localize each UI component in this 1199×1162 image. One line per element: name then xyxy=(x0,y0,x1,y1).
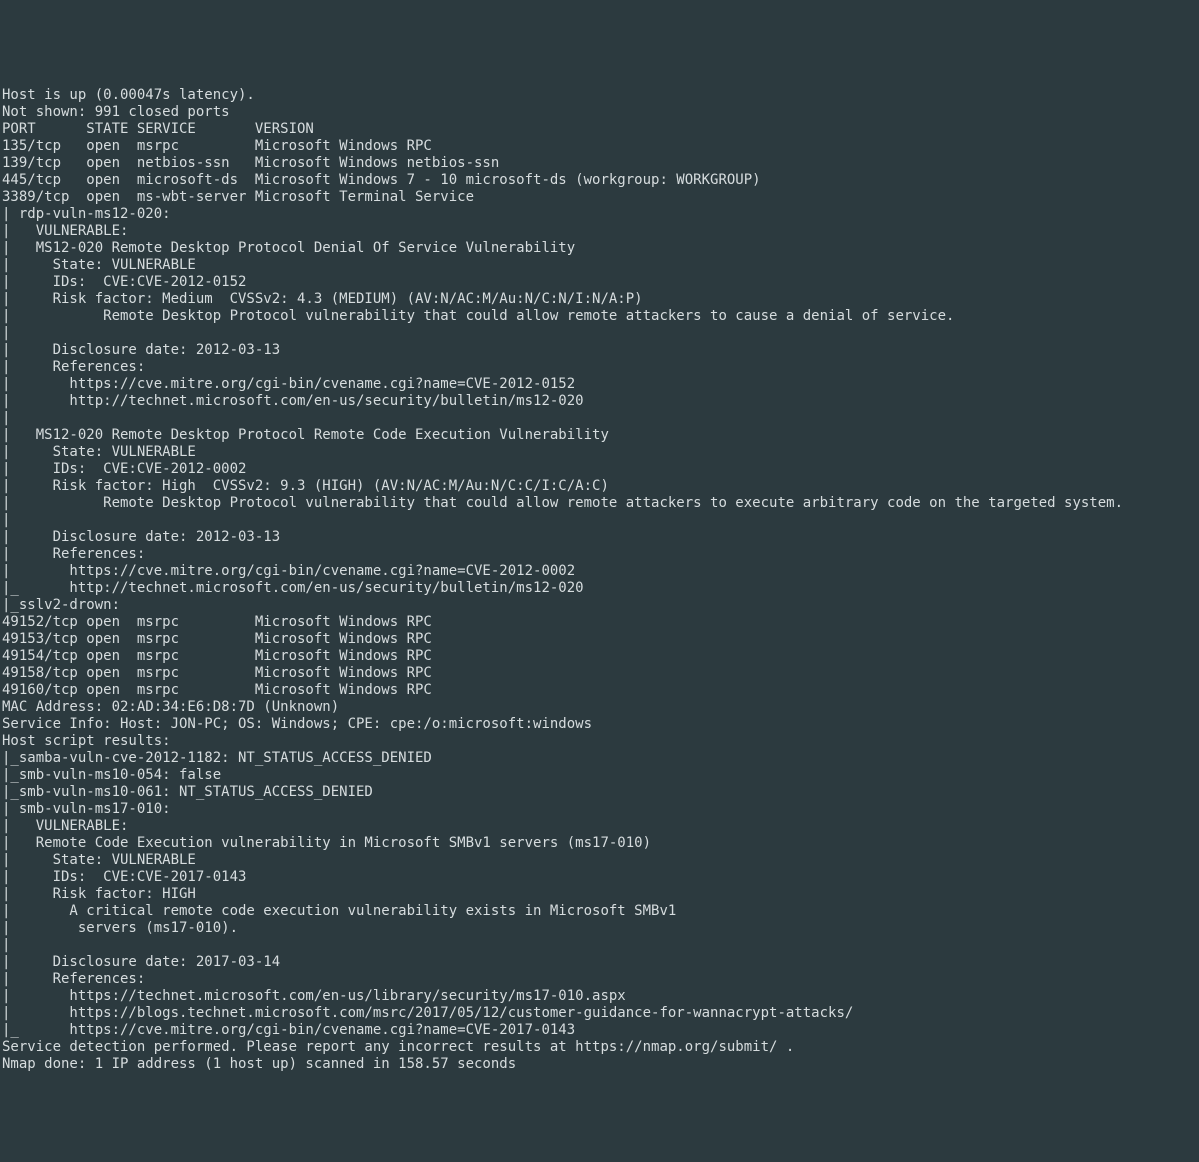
terminal-line: | IDs: CVE:CVE-2012-0152 xyxy=(2,274,1199,291)
terminal-line: 139/tcp open netbios-ssn Microsoft Windo… xyxy=(2,155,1199,172)
terminal-line: Service Info: Host: JON-PC; OS: Windows;… xyxy=(2,716,1199,733)
terminal-line: | MS12-020 Remote Desktop Protocol Remot… xyxy=(2,427,1199,444)
terminal-line: | https://cve.mitre.org/cgi-bin/cvename.… xyxy=(2,376,1199,393)
terminal-line: | References: xyxy=(2,359,1199,376)
terminal-line: | xyxy=(2,512,1199,529)
terminal-line: MAC Address: 02:AD:34:E6:D8:7D (Unknown) xyxy=(2,699,1199,716)
terminal-line: |_ https://cve.mitre.org/cgi-bin/cvename… xyxy=(2,1022,1199,1039)
terminal-line: 49152/tcp open msrpc Microsoft Windows R… xyxy=(2,614,1199,631)
terminal-line: Service detection performed. Please repo… xyxy=(2,1039,1199,1056)
terminal-line: Host is up (0.00047s latency). xyxy=(2,87,1199,104)
terminal-line: |_smb-vuln-ms10-061: NT_STATUS_ACCESS_DE… xyxy=(2,784,1199,801)
terminal-line: | A critical remote code execution vulne… xyxy=(2,903,1199,920)
terminal-line: 49158/tcp open msrpc Microsoft Windows R… xyxy=(2,665,1199,682)
terminal-line: |_sslv2-drown: xyxy=(2,597,1199,614)
terminal-line: |_samba-vuln-cve-2012-1182: NT_STATUS_AC… xyxy=(2,750,1199,767)
terminal-line: | https://cve.mitre.org/cgi-bin/cvename.… xyxy=(2,563,1199,580)
terminal-line: | State: VULNERABLE xyxy=(2,257,1199,274)
terminal-line: 49153/tcp open msrpc Microsoft Windows R… xyxy=(2,631,1199,648)
terminal-line: Host script results: xyxy=(2,733,1199,750)
terminal-line: 135/tcp open msrpc Microsoft Windows RPC xyxy=(2,138,1199,155)
terminal-line: | servers (ms17-010). xyxy=(2,920,1199,937)
terminal-line: | smb-vuln-ms17-010: xyxy=(2,801,1199,818)
terminal-line: | xyxy=(2,937,1199,954)
terminal-line: | References: xyxy=(2,546,1199,563)
terminal-line: | State: VULNERABLE xyxy=(2,852,1199,869)
terminal-line: | VULNERABLE: xyxy=(2,223,1199,240)
terminal-line: | State: VULNERABLE xyxy=(2,444,1199,461)
terminal-line: | rdp-vuln-ms12-020: xyxy=(2,206,1199,223)
terminal-line: | Disclosure date: 2012-03-13 xyxy=(2,342,1199,359)
terminal-line: | xyxy=(2,325,1199,342)
terminal-line: | Remote Desktop Protocol vulnerability … xyxy=(2,495,1199,512)
terminal-line: | Disclosure date: 2012-03-13 xyxy=(2,529,1199,546)
terminal-line: 49154/tcp open msrpc Microsoft Windows R… xyxy=(2,648,1199,665)
terminal-line: | MS12-020 Remote Desktop Protocol Denia… xyxy=(2,240,1199,257)
terminal-line: | xyxy=(2,410,1199,427)
terminal-line: Nmap done: 1 IP address (1 host up) scan… xyxy=(2,1056,1199,1073)
terminal-line: PORT STATE SERVICE VERSION xyxy=(2,121,1199,138)
terminal-line: | Risk factor: HIGH xyxy=(2,886,1199,903)
terminal-line: 49160/tcp open msrpc Microsoft Windows R… xyxy=(2,682,1199,699)
terminal-line: | IDs: CVE:CVE-2012-0002 xyxy=(2,461,1199,478)
terminal-line: Not shown: 991 closed ports xyxy=(2,104,1199,121)
terminal-line: |_ http://technet.microsoft.com/en-us/se… xyxy=(2,580,1199,597)
terminal-line: | Risk factor: Medium CVSSv2: 4.3 (MEDIU… xyxy=(2,291,1199,308)
terminal-line: | Risk factor: High CVSSv2: 9.3 (HIGH) (… xyxy=(2,478,1199,495)
terminal-line: 3389/tcp open ms-wbt-server Microsoft Te… xyxy=(2,189,1199,206)
terminal-line: 445/tcp open microsoft-ds Microsoft Wind… xyxy=(2,172,1199,189)
terminal-line: | Remote Desktop Protocol vulnerability … xyxy=(2,308,1199,325)
terminal-line: | Disclosure date: 2017-03-14 xyxy=(2,954,1199,971)
terminal-output: Host is up (0.00047s latency).Not shown:… xyxy=(0,85,1199,1077)
terminal-line: | https://blogs.technet.microsoft.com/ms… xyxy=(2,1005,1199,1022)
terminal-line: | Remote Code Execution vulnerability in… xyxy=(2,835,1199,852)
terminal-line: | https://technet.microsoft.com/en-us/li… xyxy=(2,988,1199,1005)
terminal-line: |_smb-vuln-ms10-054: false xyxy=(2,767,1199,784)
terminal-line: | http://technet.microsoft.com/en-us/sec… xyxy=(2,393,1199,410)
terminal-line: | IDs: CVE:CVE-2017-0143 xyxy=(2,869,1199,886)
terminal-line: | References: xyxy=(2,971,1199,988)
terminal-line: | VULNERABLE: xyxy=(2,818,1199,835)
